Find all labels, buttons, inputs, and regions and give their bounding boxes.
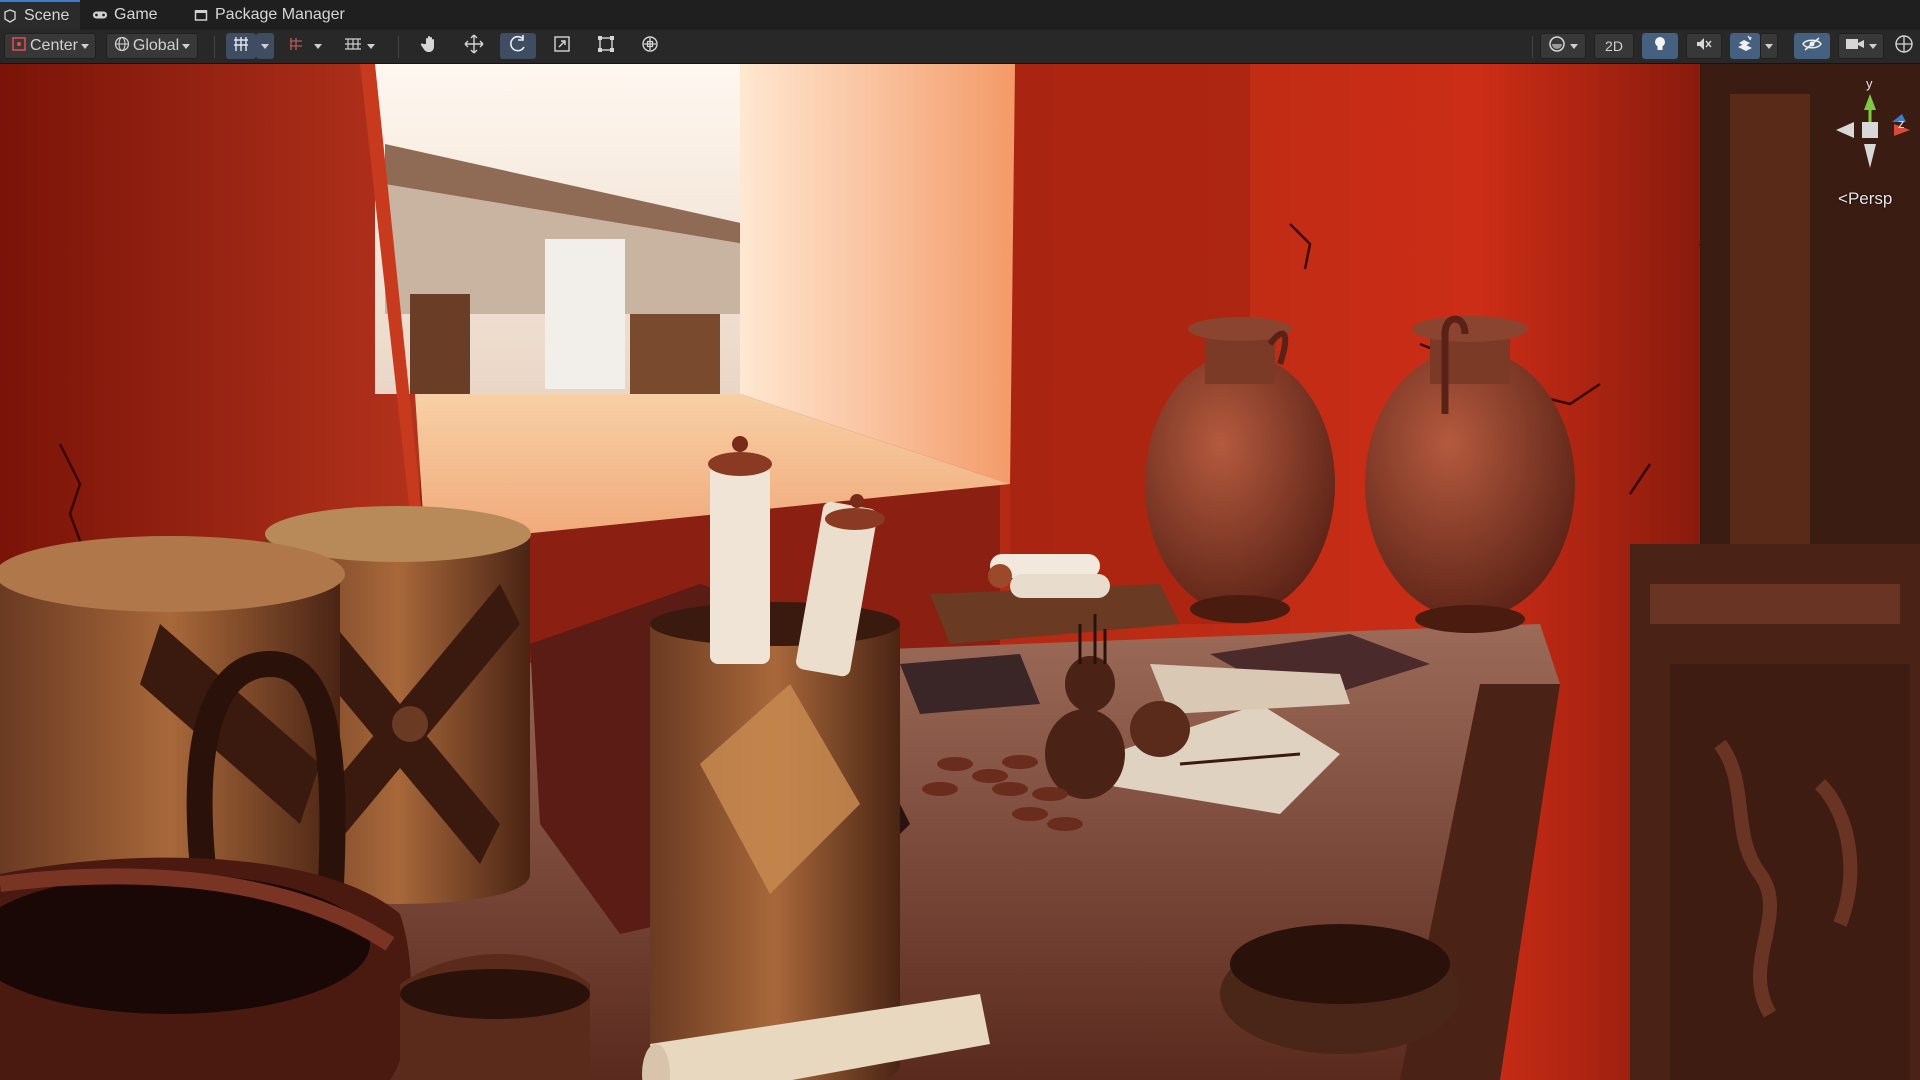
projection-label: Persp	[1847, 189, 1893, 208]
pivot-rotation-label: Global	[132, 37, 180, 54]
gizmo-axis-z: z	[1898, 116, 1905, 131]
pivot-center-icon	[11, 36, 27, 57]
chevron-down-icon	[81, 43, 90, 49]
transform-tool-icon	[640, 34, 660, 59]
toggle-2d-label: 2D	[1605, 38, 1623, 54]
gizmos-button[interactable]	[1890, 33, 1918, 59]
toggle-2d-button[interactable]: 2D	[1594, 33, 1634, 59]
chevron-down-icon	[1869, 43, 1877, 49]
divider	[398, 36, 399, 58]
tab-label: Scene	[24, 7, 70, 24]
increment-snap-menu[interactable]	[310, 33, 326, 59]
tab-package-manager[interactable]: Package Manager	[193, 0, 345, 30]
rotate-tool-button[interactable]	[500, 33, 536, 59]
chevron-down-icon	[182, 43, 191, 49]
package-icon	[193, 7, 209, 23]
globe-icon	[114, 36, 130, 57]
shaded-sphere-icon	[1548, 35, 1566, 58]
pivot-mode-dropdown[interactable]: Center	[4, 33, 96, 59]
window-tab-bar: Scene Game Package Manager	[0, 0, 1920, 31]
grid-visibility-icon	[343, 36, 363, 57]
scene-toolbar: Center Global 2D	[0, 30, 1920, 64]
increment-snap-button[interactable]	[282, 33, 310, 59]
audio-toggle[interactable]	[1686, 33, 1722, 59]
effects-toggle[interactable]	[1730, 33, 1760, 59]
pivot-rotation-dropdown[interactable]: Global	[106, 33, 198, 59]
camera-settings-dropdown[interactable]	[1838, 33, 1884, 59]
scale-tool-icon	[553, 35, 571, 58]
hand-tool-icon	[420, 34, 440, 59]
speaker-muted-icon	[1695, 36, 1713, 57]
scene-viewport[interactable]	[0, 64, 1920, 1080]
increment-snap-icon	[287, 35, 305, 58]
gamepad-icon	[92, 7, 108, 23]
scale-tool-button[interactable]	[544, 33, 580, 59]
chevron-down-icon	[1765, 43, 1773, 49]
chevron-down-icon	[367, 43, 375, 49]
draw-mode-dropdown[interactable]	[1540, 33, 1586, 59]
grid-snap-icon	[232, 35, 250, 58]
divider	[214, 36, 215, 58]
scene-render	[0, 64, 1920, 1080]
divider	[1532, 36, 1533, 58]
scene-icon	[2, 8, 18, 24]
pivot-mode-label: Center	[29, 37, 79, 54]
tab-label: Game	[114, 6, 158, 23]
hand-tool-button[interactable]	[412, 33, 448, 59]
chevron-down-icon	[1570, 43, 1578, 49]
effects-icon	[1736, 35, 1754, 58]
effects-menu[interactable]	[1760, 33, 1778, 59]
lighting-toggle[interactable]	[1642, 33, 1678, 59]
rotate-tool-icon	[508, 34, 528, 59]
move-tool-icon	[464, 34, 484, 59]
chevron-down-icon	[314, 43, 322, 49]
lightbulb-icon	[1652, 35, 1668, 58]
gizmo-globe-icon	[1894, 34, 1914, 59]
chevron-down-icon	[261, 43, 269, 49]
grid-snap-button[interactable]	[226, 33, 256, 59]
tab-game[interactable]: Game	[92, 0, 158, 30]
projection-mode-toggle[interactable]: <Persp	[1838, 189, 1892, 209]
gizmo-axis-y: y	[1866, 76, 1873, 91]
grid-visibility-dropdown[interactable]	[336, 33, 382, 59]
eye-slash-icon	[1802, 36, 1822, 57]
rect-tool-icon	[597, 35, 615, 58]
camera-icon	[1845, 37, 1865, 56]
rect-tool-button[interactable]	[588, 33, 624, 59]
tab-scene[interactable]: Scene	[0, 0, 80, 30]
chevron-left-icon: <	[1838, 189, 1848, 208]
move-tool-button[interactable]	[456, 33, 492, 59]
scene-visibility-toggle[interactable]	[1794, 33, 1830, 59]
grid-snap-menu[interactable]	[256, 33, 274, 59]
transform-tool-button[interactable]	[632, 33, 668, 59]
tab-label: Package Manager	[215, 6, 345, 23]
